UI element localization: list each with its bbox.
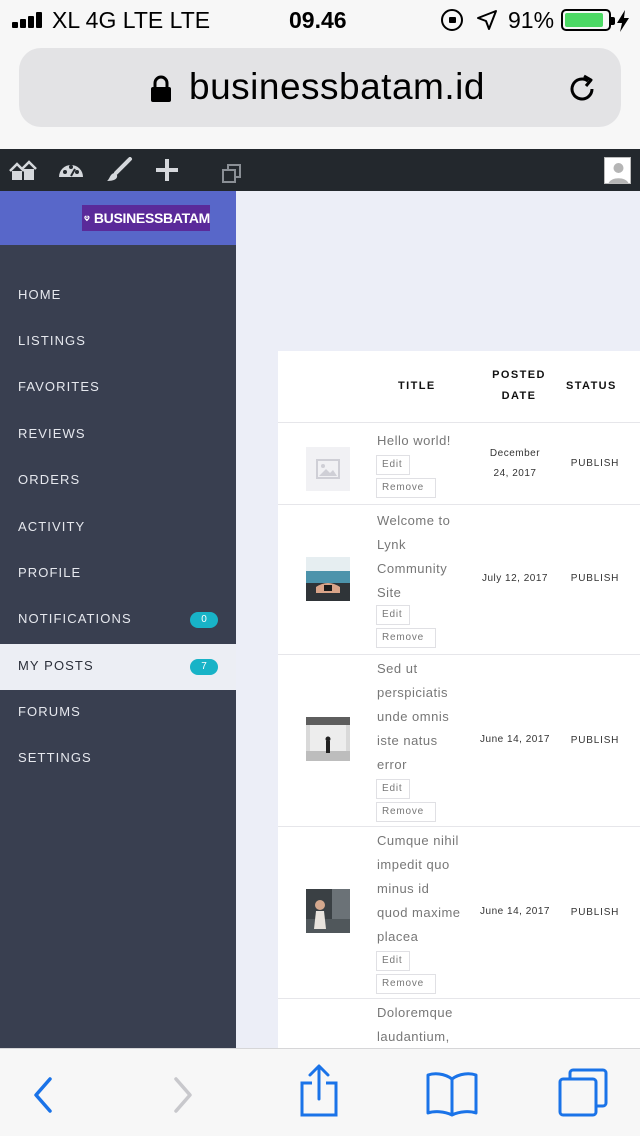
sidebar-item-home[interactable]: HOME [0,273,236,319]
back-icon[interactable] [30,1075,56,1115]
sidebar-item-profile[interactable]: PROFILE [0,551,236,597]
my-sites-icon[interactable] [8,157,38,183]
table-row: Welcome to Lynk Community Site Edit Remo… [278,505,640,655]
battery-icon [561,9,615,31]
user-avatar-icon[interactable] [604,157,631,184]
remove-button[interactable]: Remove [376,478,436,498]
remove-button[interactable]: Remove [376,974,436,994]
edit-button[interactable]: Edit [376,455,410,475]
sidebar-item-reviews[interactable]: REVIEWS [0,412,236,458]
sidebar-item-label: ORDERS [18,472,81,487]
sidebar-item-label: NOTIFICATIONS [18,611,132,626]
sidebar-item-label: FORUMS [18,704,81,719]
pool-photo [306,557,350,601]
sidebar-item-my-posts[interactable]: MY POSTS 7 [0,644,236,690]
posts-table: TITLE POSTED DATE STATUS Hello world! Edi… [278,351,640,1048]
lock-icon [151,75,171,102]
forward-icon [174,1077,192,1113]
sidebar-item-activity[interactable]: ACTIVITY [0,505,236,551]
tabs-icon[interactable] [556,1067,610,1119]
bookmarks-icon[interactable] [424,1069,480,1117]
edit-button[interactable]: Edit [376,779,410,799]
posts-count-badge: 7 [190,659,218,675]
sidebar: HOME LISTINGS FAVORITES REVIEWS ORDERS A… [0,245,236,1048]
sidebar-item-favorites[interactable]: FAVORITES [0,365,236,411]
logo-mark-icon [84,215,90,222]
edit-button[interactable]: Edit [376,951,410,971]
post-title[interactable]: Cumque nihil impedit quo minus id quod m… [377,829,475,949]
column-header-title: TITLE [398,380,436,392]
charging-bolt-icon [617,10,629,32]
sidebar-item-forums[interactable]: FORUMS [0,690,236,736]
remove-button[interactable]: Remove [376,802,436,822]
signal-icon [12,12,48,28]
room-photo [306,717,350,761]
post-title[interactable]: Sed ut perspiciatis unde omnis iste natu… [377,657,475,777]
sidebar-item-listings[interactable]: LISTINGS [0,319,236,365]
post-status: PUBLISH [570,907,620,918]
logo-text: BUSINESSBATAM [93,210,210,226]
address-bar[interactable]: businessbatam.id [19,48,621,127]
reload-icon[interactable] [565,72,599,106]
sidebar-item-label: PROFILE [18,565,82,580]
column-header-posted-date: POSTED DATE [492,369,546,402]
post-status: PUBLISH [570,458,620,469]
column-header-status: STATUS [566,380,617,392]
post-status: PUBLISH [570,735,620,746]
table-row: Sed ut perspiciatis unde omnis iste natu… [278,655,640,827]
post-title[interactable]: Doloremque laudantium, [377,1001,475,1048]
table-row: Hello world! Edit Remove December 24, 201… [278,423,640,505]
sidebar-item-label: SETTINGS [18,750,92,765]
sidebar-item-label: HOME [18,287,62,302]
sidebar-item-label: LISTINGS [18,333,87,348]
new-plus-icon[interactable] [152,157,182,183]
share-icon[interactable] [298,1063,340,1119]
table-header: TITLE POSTED DATE STATUS [278,351,640,423]
sidebar-item-notifications[interactable]: NOTIFICATIONS 0 [0,597,236,643]
url-text[interactable]: businessbatam.id [189,66,485,108]
admin-bar [0,149,640,191]
sidebar-item-label: FAVORITES [18,379,100,394]
sidebar-item-settings[interactable]: SETTINGS [0,736,236,782]
notifications-count-badge: 0 [190,612,218,628]
location-arrow-icon [477,10,497,30]
sidebar-item-label: MY POSTS [18,658,94,673]
sidebar-item-orders[interactable]: ORDERS [0,458,236,504]
carrier-label: XL 4G LTE LTE [52,7,211,33]
post-title[interactable]: Welcome to Lynk Community Site [377,509,475,605]
edit-button[interactable]: Edit [376,605,410,625]
sidebar-item-label: REVIEWS [18,426,86,441]
post-date: December 24, 2017 [489,448,541,479]
post-status: PUBLISH [570,573,620,584]
clock: 09.46 [289,7,347,33]
table-row: Doloremque laudantium, [278,999,640,1048]
customize-brush-icon[interactable] [104,157,134,183]
copy-icon[interactable] [220,163,244,185]
battery-percent: 91% [508,7,555,33]
rotation-lock-icon [441,9,463,31]
person-photo [306,889,350,933]
dashboard-icon[interactable] [56,157,86,183]
table-row: Cumque nihil impedit quo minus id quod m… [278,827,640,999]
status-bar: XL 4G LTE LTE 09.46 91% [0,0,640,40]
sidebar-item-label: ACTIVITY [18,519,86,534]
post-date: June 14, 2017 [480,906,550,917]
site-logo[interactable]: BUSINESSBATAM [82,205,210,231]
image-placeholder-icon [306,447,350,491]
post-date: July 12, 2017 [482,573,548,584]
remove-button[interactable]: Remove [376,628,436,648]
post-date: June 14, 2017 [480,734,550,745]
post-title[interactable]: Hello world! [377,429,475,453]
browser-toolbar [0,1048,640,1136]
browser-chrome: businessbatam.id [0,40,640,149]
